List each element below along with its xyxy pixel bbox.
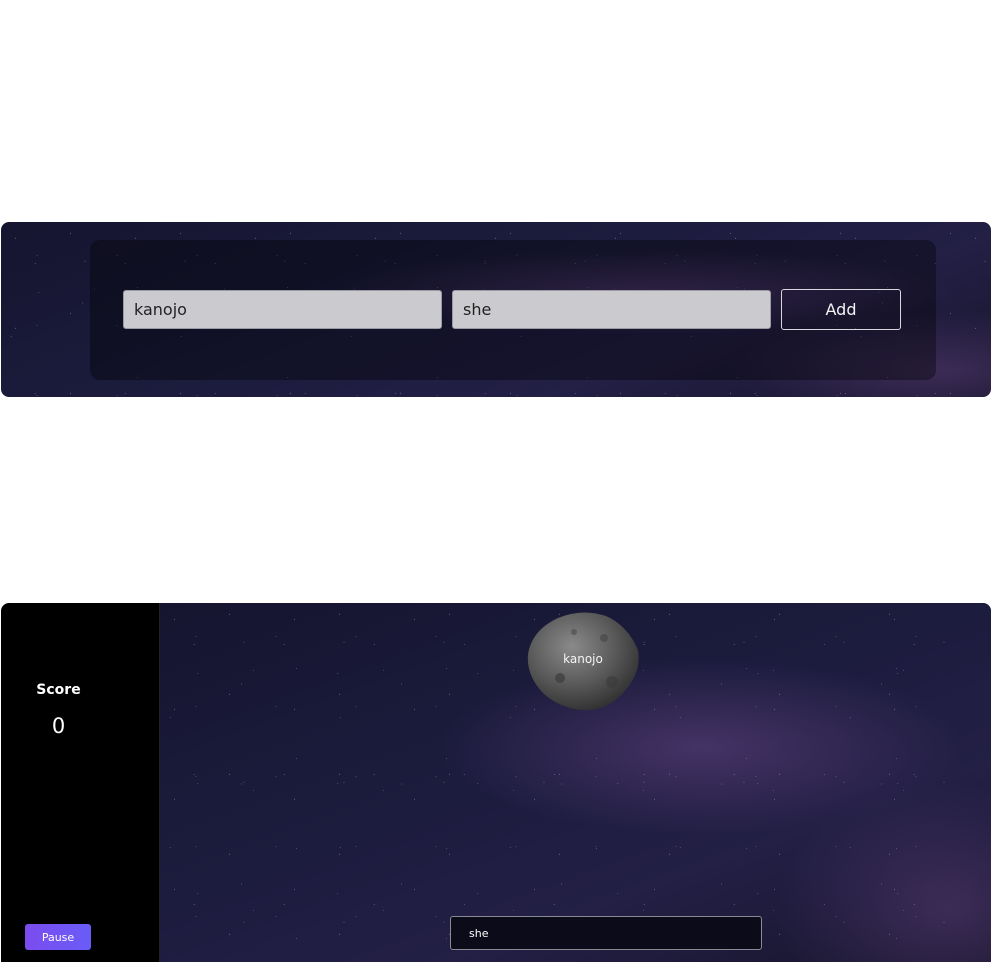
game-sidebar: Score 0 Pause [1, 603, 160, 962]
word-entry-panel: Add [1, 222, 991, 397]
pause-button[interactable]: Pause [25, 924, 91, 950]
game-playfield: kanojo [160, 603, 991, 962]
word-entry-form: Add [90, 240, 936, 380]
asteroid-word: kanojo [563, 652, 603, 666]
word-input[interactable] [123, 290, 442, 329]
game-panel: Score 0 Pause kanojo [1, 603, 991, 962]
score-value: 0 [51, 714, 66, 738]
add-button[interactable]: Add [781, 289, 901, 330]
translation-input[interactable] [452, 290, 771, 329]
answer-input[interactable] [450, 916, 762, 950]
falling-asteroid: kanojo [524, 608, 642, 712]
score-label: Score [36, 682, 81, 698]
